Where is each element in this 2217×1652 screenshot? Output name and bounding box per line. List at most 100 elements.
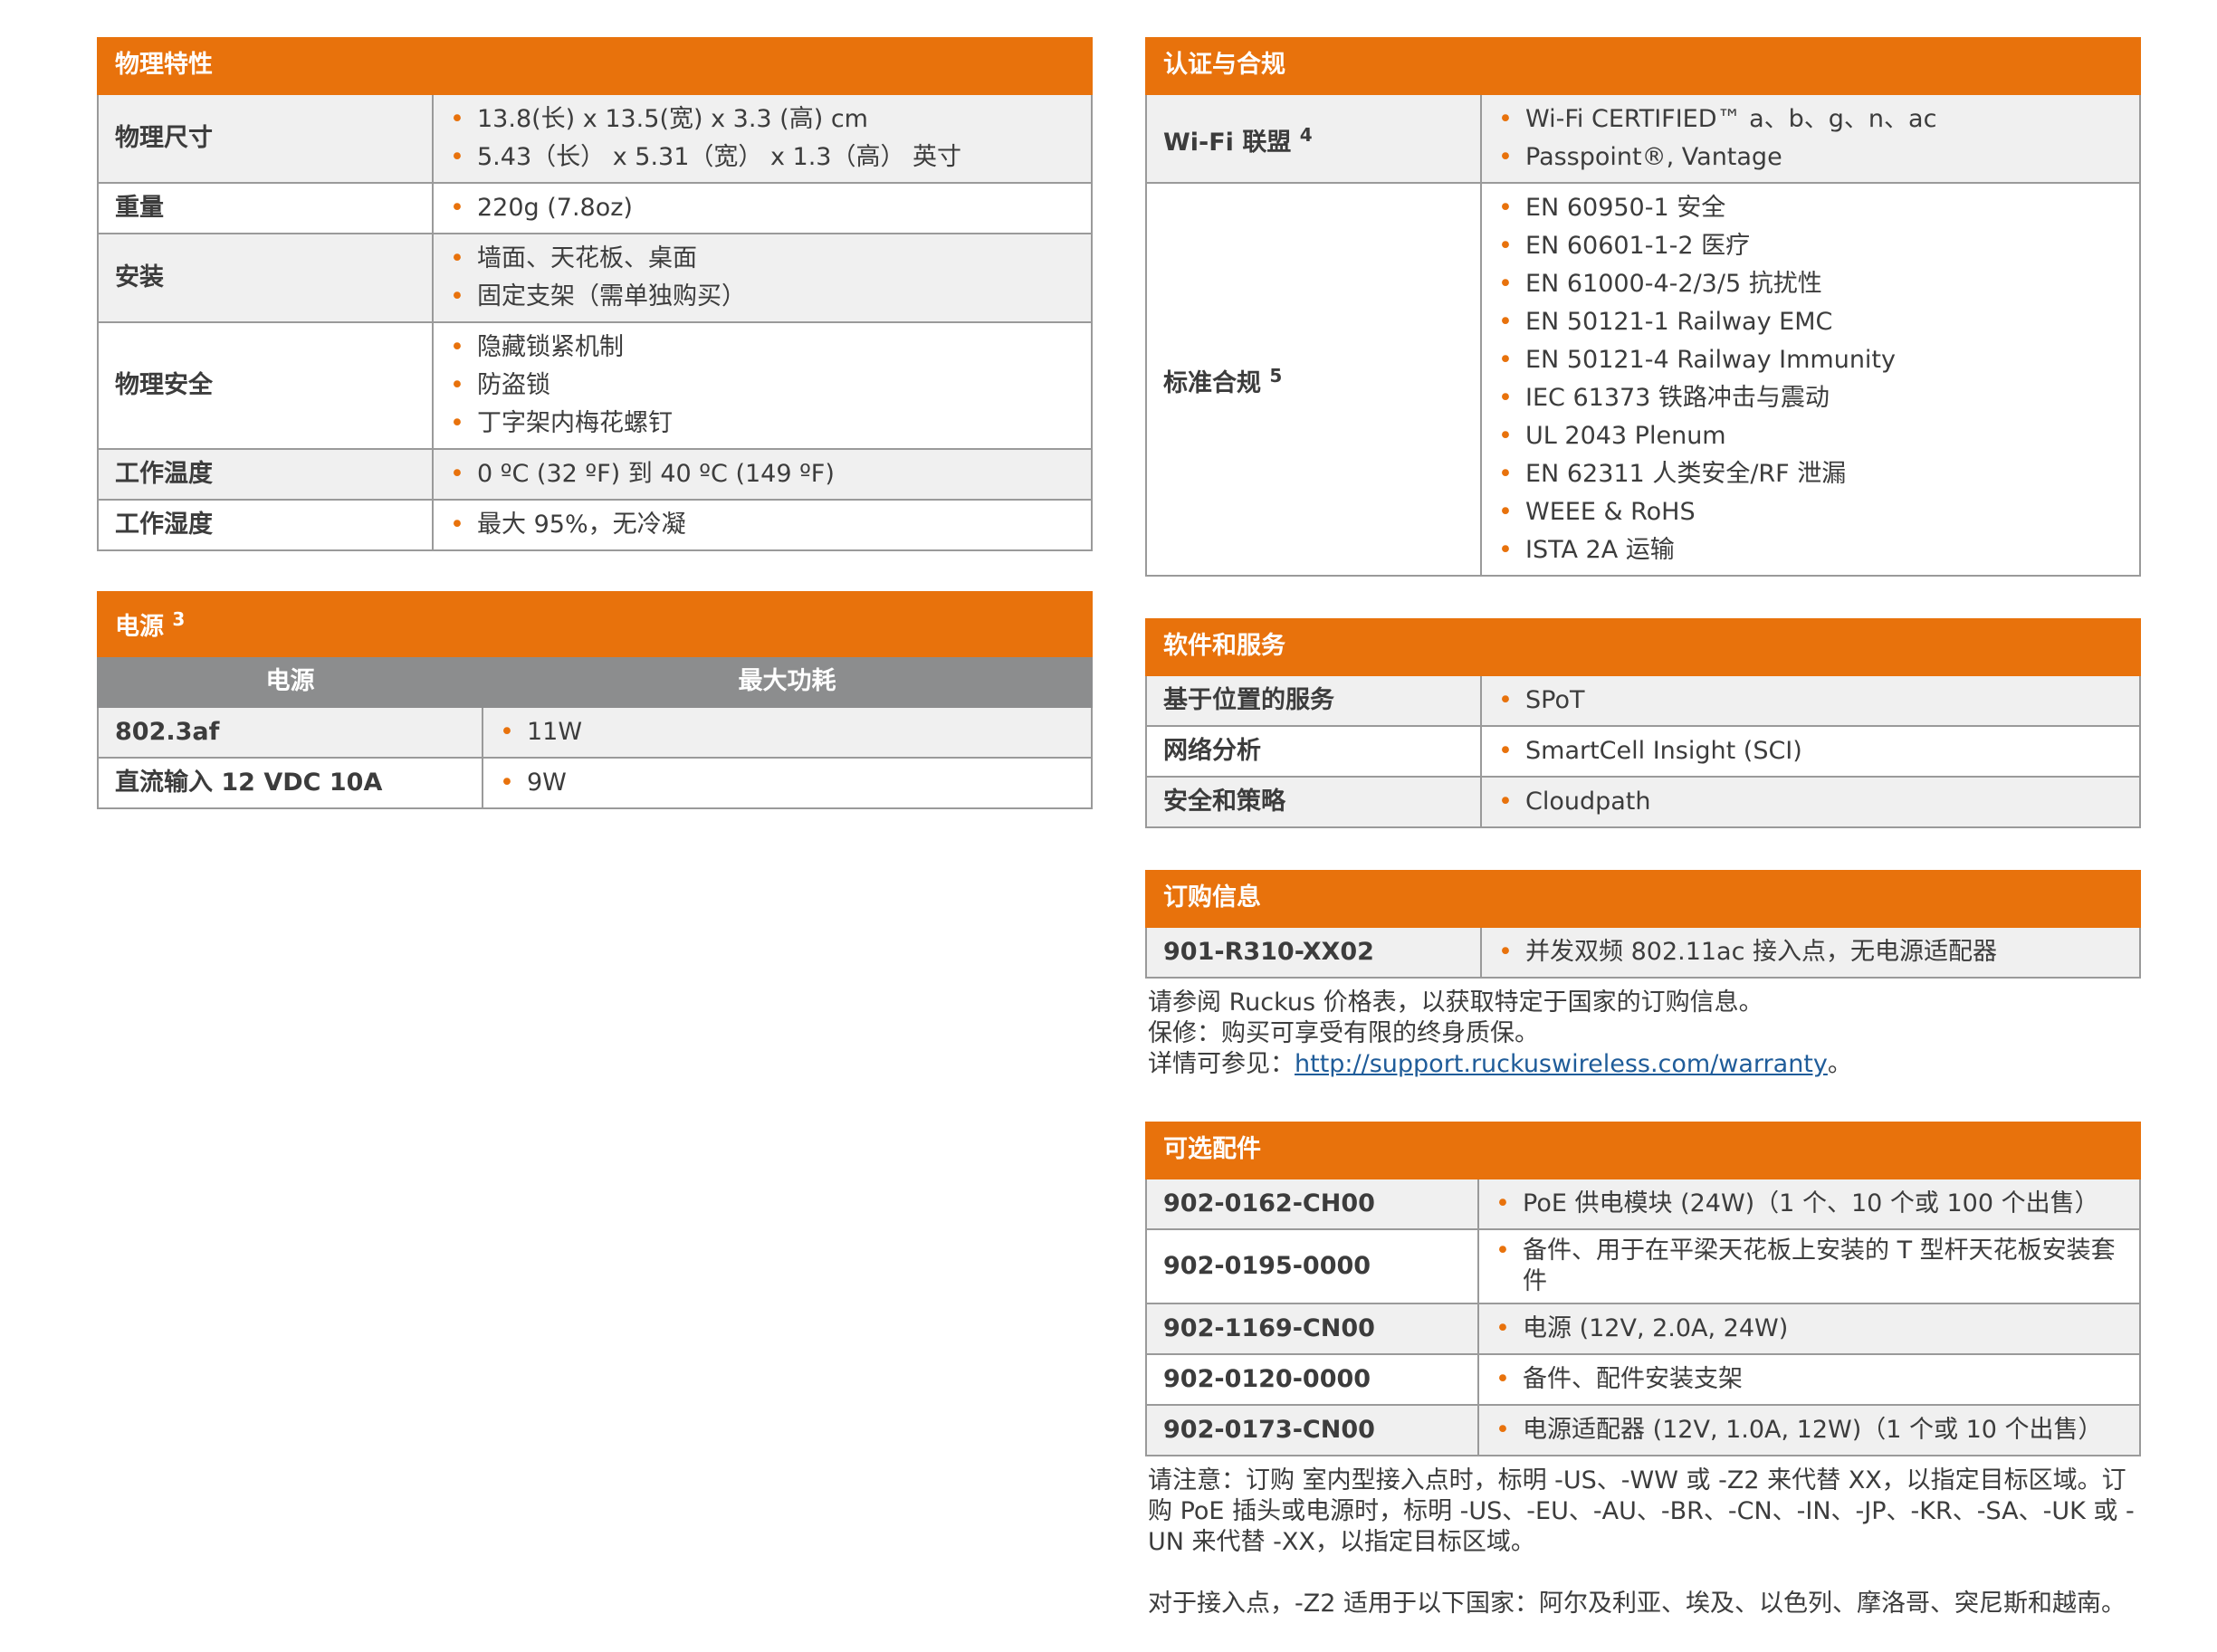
- note-paragraph: 对于接入点，-Z2 适用于以下国家：阿尔及利亚、埃及、以色列、摩洛哥、突尼斯和越…: [1148, 1590, 2126, 1618]
- row-label: 网络分析: [1145, 725, 1482, 778]
- power-col-header-max: 最大功耗: [482, 655, 1093, 708]
- table-row: 902-0120-0000 备件、配件安装支架: [1145, 1353, 2141, 1406]
- table-row: 902-0195-0000 备件、用于在平梁天花板上安装的 T 型杆天花板安装套…: [1145, 1228, 2141, 1304]
- row-label: 902-0173-CN00: [1145, 1404, 1479, 1456]
- bullet-list: Wi-Fi CERTIFIED™ a、b、g、n、ac Passpoint®, …: [1498, 100, 2123, 177]
- table-row: 重量 220g (7.8oz): [97, 182, 1093, 234]
- table-row: 902-0173-CN00 电源适配器 (12V, 1.0A, 12W)（1 个…: [1145, 1404, 2141, 1456]
- list-item: PoE 供电模块 (24W)（1 个、10 个或 100 个出售）: [1496, 1185, 2123, 1223]
- list-item: WEEE & RoHS: [1498, 493, 2123, 531]
- bullet-list: 墙面、天花板、桌面 固定支架（需单独购买）: [450, 240, 1075, 316]
- table-row: 902-1169-CN00 电源 (12V, 2.0A, 24W): [1145, 1303, 2141, 1355]
- list-item: 9W: [500, 764, 1075, 802]
- row-label: Wi-Fi 联盟 4: [1145, 93, 1482, 184]
- table-row: 工作湿度 最大 95%，无冷凝: [97, 499, 1093, 551]
- row-label: 基于位置的服务: [1145, 674, 1482, 727]
- bullet-list: 隐藏锁紧机制 防盗锁 丁字架内梅花螺钉: [450, 329, 1075, 443]
- row-label: 安装: [97, 233, 434, 323]
- list-item: EN 50121-1 Railway EMC: [1498, 303, 2123, 341]
- list-item: EN 60601-1-2 医疗: [1498, 227, 2123, 265]
- table-row: 基于位置的服务 SPoT: [1145, 674, 2141, 727]
- table-row: 安全和策略 Cloudpath: [1145, 776, 2141, 828]
- list-item: EN 61000-4-2/3/5 抗扰性: [1498, 265, 2123, 303]
- table-row: 工作温度 0 ºC (32 ºF) 到 40 ºC (149 ºF): [97, 448, 1093, 501]
- software-table: 软件和服务 基于位置的服务 SPoT 网络分析 SmartCell Insigh…: [1145, 618, 2141, 828]
- note-line: 详情可参见：http://support.ruckuswireless.com/…: [1148, 1050, 1852, 1078]
- table-row: 902-0162-CH00 PoE 供电模块 (24W)（1 个、10 个或 1…: [1145, 1178, 2141, 1230]
- bullet-list: 220g (7.8oz): [450, 189, 1075, 227]
- list-item: SmartCell Insight (SCI): [1498, 732, 2123, 770]
- list-item: 11W: [500, 713, 1075, 751]
- note-line: 请参阅 Ruckus 价格表，以获取特定于国家的订购信息。: [1148, 988, 1763, 1017]
- list-item: 并发双频 802.11ac 接入点，无电源适配器: [1498, 933, 2123, 971]
- row-label: 直流输入 12 VDC 10A: [97, 757, 483, 809]
- physical-title: 物理特性: [97, 37, 1093, 95]
- row-label: 902-0195-0000: [1145, 1228, 1479, 1304]
- list-item: SPoT: [1498, 682, 2123, 720]
- table-row: 物理尺寸 13.8(长) x 13.5(宽) x 3.3 (高) cm 5.43…: [97, 93, 1093, 184]
- list-item: 备件、配件安装支架: [1496, 1361, 2123, 1399]
- bullet-list: 0 ºC (32 ºF) 到 40 ºC (149 ºF): [450, 455, 1075, 493]
- list-item: 电源 (12V, 2.0A, 24W): [1496, 1310, 2123, 1348]
- left-column: 物理特性 物理尺寸 13.8(长) x 13.5(宽) x 3.3 (高) cm…: [97, 37, 1093, 809]
- table-row: 901-R310-XX02 并发双频 802.11ac 接入点，无电源适配器: [1145, 926, 2141, 979]
- list-item: 13.8(长) x 13.5(宽) x 3.3 (高) cm: [450, 100, 1075, 138]
- list-item: 最大 95%，无冷凝: [450, 506, 1075, 544]
- power-col-header-source: 电源: [97, 655, 483, 708]
- accessories-title: 可选配件: [1145, 1122, 2141, 1179]
- list-item: IEC 61373 铁路冲击与震动: [1498, 379, 2123, 417]
- list-item: EN 62311 人类安全/RF 泄漏: [1498, 455, 2123, 493]
- ordering-notes: 请参阅 Ruckus 价格表，以获取特定于国家的订购信息。 保修：购买可享受有限…: [1148, 988, 2141, 1080]
- row-label: 安全和策略: [1145, 776, 1482, 828]
- accessories-table: 可选配件 902-0162-CH00 PoE 供电模块 (24W)（1 个、10…: [1145, 1122, 2141, 1456]
- power-table: 电源 3 电源 最大功耗 802.3af 11W 直流输入 12 VDC 10A…: [97, 591, 1093, 809]
- right-column: 认证与合规 Wi-Fi 联盟 4 Wi-Fi CERTIFIED™ a、b、g、…: [1145, 37, 2141, 1619]
- accessories-notes: 请注意：订购 室内型接入点时，标明 -US、-WW 或 -Z2 来代替 XX，以…: [1148, 1466, 2141, 1619]
- footnote-marker: 3: [172, 608, 186, 630]
- table-row: 标准合规 5 EN 60950-1 安全 EN 60601-1-2 医疗 EN …: [1145, 182, 2141, 577]
- footnote-marker: 4: [1299, 123, 1313, 146]
- bullet-list: 最大 95%，无冷凝: [450, 506, 1075, 544]
- list-item: 220g (7.8oz): [450, 189, 1075, 227]
- list-item: EN 50121-4 Railway Immunity: [1498, 341, 2123, 379]
- note-paragraph: 请注意：订购 室内型接入点时，标明 -US、-WW 或 -Z2 来代替 XX，以…: [1148, 1466, 2135, 1556]
- row-label: 902-0120-0000: [1145, 1353, 1479, 1406]
- list-item: 0 ºC (32 ºF) 到 40 ºC (149 ºF): [450, 455, 1075, 493]
- footnote-marker: 5: [1269, 364, 1283, 387]
- list-item: 5.43（长） x 5.31（宽） x 1.3（高） 英寸: [450, 138, 1075, 177]
- physical-table: 物理特性 物理尺寸 13.8(长) x 13.5(宽) x 3.3 (高) cm…: [97, 37, 1093, 551]
- row-label: 工作温度: [97, 448, 434, 501]
- list-item: Cloudpath: [1498, 783, 2123, 821]
- row-label: 物理安全: [97, 321, 434, 450]
- row-label: 901-R310-XX02: [1145, 926, 1482, 979]
- note-line: 保修：购买可享受有限的终身质保。: [1148, 1019, 1539, 1047]
- row-label: 物理尺寸: [97, 93, 434, 184]
- table-row: 网络分析 SmartCell Insight (SCI): [1145, 725, 2141, 778]
- table-row: 802.3af 11W: [97, 706, 1093, 759]
- row-label: 工作湿度: [97, 499, 434, 551]
- bullet-list: 13.8(长) x 13.5(宽) x 3.3 (高) cm 5.43（长） x…: [450, 100, 1075, 177]
- list-item: Wi-Fi CERTIFIED™ a、b、g、n、ac: [1498, 100, 2123, 138]
- row-label: 标准合规 5: [1145, 182, 1482, 577]
- list-item: 固定支架（需单独购买）: [450, 278, 1075, 316]
- list-item: 电源适配器 (12V, 1.0A, 12W)（1 个或 10 个出售）: [1496, 1411, 2123, 1449]
- row-label: 重量: [97, 182, 434, 234]
- ordering-title: 订购信息: [1145, 870, 2141, 928]
- list-item: 防盗锁: [450, 367, 1075, 405]
- row-label: 902-0162-CH00: [1145, 1178, 1479, 1230]
- row-label: 802.3af: [97, 706, 483, 759]
- certification-table: 认证与合规 Wi-Fi 联盟 4 Wi-Fi CERTIFIED™ a、b、g、…: [1145, 37, 2141, 577]
- table-row: Wi-Fi 联盟 4 Wi-Fi CERTIFIED™ a、b、g、n、ac P…: [1145, 93, 2141, 184]
- list-item: ISTA 2A 运输: [1498, 531, 2123, 569]
- row-label: 902-1169-CN00: [1145, 1303, 1479, 1355]
- warranty-link[interactable]: http://support.ruckuswireless.com/warran…: [1295, 1050, 1828, 1078]
- certification-title: 认证与合规: [1145, 37, 2141, 95]
- list-item: 隐藏锁紧机制: [450, 329, 1075, 367]
- ordering-table: 订购信息 901-R310-XX02 并发双频 802.11ac 接入点，无电源…: [1145, 870, 2141, 979]
- list-item: 墙面、天花板、桌面: [450, 240, 1075, 278]
- software-title: 软件和服务: [1145, 618, 2141, 676]
- list-item: 丁字架内梅花螺钉: [450, 405, 1075, 443]
- list-item: UL 2043 Plenum: [1498, 417, 2123, 455]
- table-row: 物理安全 隐藏锁紧机制 防盗锁 丁字架内梅花螺钉: [97, 321, 1093, 450]
- table-row: 直流输入 12 VDC 10A 9W: [97, 757, 1093, 809]
